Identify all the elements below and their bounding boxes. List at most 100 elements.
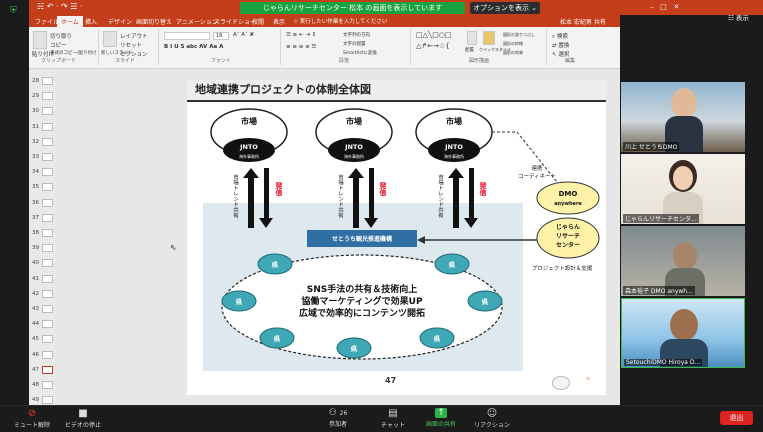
slide-thumbnail[interactable]: 34 [32,168,54,178]
slide-thumbnail[interactable]: 32 [32,137,54,148]
slide-thumbnail-number: 28 [32,78,39,84]
editing-group: ⌕ 検索 ⇄ 置換 ↖ 選択 編集 [549,29,601,65]
cut-button[interactable]: 切り取り [50,32,72,40]
slide-thumbnail[interactable]: 33 [32,153,54,163]
video-tile-2[interactable]: じゃらんリサーチセンタ... [621,154,745,224]
quick-access-toolbar[interactable]: ☵ ↶ · ↷ ☰ · [37,2,83,11]
tab-home[interactable]: ホーム [57,16,83,27]
slide-thumbnail[interactable]: 42 [32,289,54,300]
reactions-button[interactable]: ☺ リアクション [470,405,514,429]
slide-thumbnail[interactable]: 38 [32,229,54,239]
shapes-gallery-row2[interactable]: △↱←→☆{ [416,42,450,50]
shape-outline-button[interactable]: 図形の枠線 [503,41,523,47]
dmo-anywhere-node: DMO anywhere [536,181,600,215]
align-text-button[interactable]: 文字の配置 [343,41,366,47]
tell-me-search[interactable]: ☆ 実行したい作業を入力してください [293,17,413,26]
layout-button[interactable]: レイアウト [120,32,148,40]
slide-thumbnail[interactable]: 44 [32,320,54,330]
text-direction-button[interactable]: 文字列の方向 [343,32,370,38]
slide-thumbnail[interactable]: 47 [32,365,54,376]
shapes-gallery[interactable]: □△╲□○□ [416,31,452,39]
leave-meeting-button[interactable]: 退出 [720,411,753,425]
reset-button[interactable]: リセット [120,41,142,49]
slide-thumbnail-panel[interactable]: 28 29 30 31 32 33 34 35 36 37 38 39 40 41 42 43 44 45 46 47… [29,69,55,405]
font-group-label: フォント [211,58,232,64]
slide-thumbnail[interactable]: 31 [32,122,54,133]
participant-face [671,88,697,118]
jalan-research-node: じゃらん リサーチ センター [536,217,600,259]
window-controls[interactable]: – □ ✕ [650,3,679,11]
stop-video-button[interactable]: ■ ビデオの停止 [62,405,104,429]
slide-thumbnail[interactable]: 46 [32,350,54,361]
chat-button[interactable]: ▤ チャット [377,405,409,429]
reactions-label: リアクション [474,422,510,429]
video-tile-4-active-speaker[interactable]: SetouchiDMO Hiroya D... [621,298,745,368]
slide-thumbnail[interactable]: 29 [32,92,54,102]
find-button[interactable]: ⌕ 検索 [552,32,568,41]
view-menu[interactable]: ☷ 表示 [728,12,749,22]
slide-thumbnail[interactable]: 43 [32,305,54,315]
share-options-button[interactable]: オプションを表示 ⌄ [470,2,540,14]
participants-count: 26 [339,410,348,417]
format-painter-button[interactable]: 書式のコピー/貼り付け [50,50,97,56]
slide-thumbnail-number: 38 [32,230,39,236]
font-name-field[interactable] [164,32,210,40]
tab-slideshow[interactable]: スライドショー [214,17,256,26]
list-buttons[interactable]: ☰ ≡ ⇤ ⇥ ↕ [286,32,316,38]
slide-thumbnail-preview [42,244,53,253]
new-slide-button[interactable] [103,31,117,47]
slide-thumbnail-number: 48 [32,382,39,388]
editing-group-label: 編集 [565,58,576,64]
slide-thumbnail[interactable]: 36 [32,198,54,209]
quick-styles-button[interactable] [483,31,495,45]
align-buttons[interactable]: ≡ ≡ ≡ ≡ ☰ [286,44,316,50]
participants-label: 参加者 [328,421,347,428]
slide-thumbnail[interactable]: 30 [32,107,54,117]
user-share[interactable]: 松本 宏紀男 共有 [560,17,606,26]
coord-label-2: コーディネート [518,172,556,180]
slide-thumbnail-preview [42,396,53,405]
slide-thumbnail-preview [42,320,53,329]
magnifier-icon: ⌕ [552,34,556,40]
font-style-buttons[interactable]: B I U S abc AV Aa A [164,44,223,50]
jalan-label: じゃらん [556,224,580,231]
screen-share-banner: じゃらんリサーチセンター 松本 の画面を表示しています [240,2,465,14]
shape-fill-button[interactable]: 図形の塗りつぶし [503,32,535,38]
grow-shrink-buttons[interactable]: A˄ A˅ ✘ [233,32,254,38]
video-tile-3[interactable]: 森本裕子 DMO anywh... [621,226,745,296]
slide-thumbnail[interactable]: 48 [32,381,54,391]
tab-review[interactable]: 校閲 [252,17,264,26]
tab-file[interactable]: ファイル [35,17,59,26]
font-size-field[interactable]: 18 [213,32,229,40]
unmute-button[interactable]: ⊘ ミュート解除 [12,405,52,429]
tab-transitions[interactable]: 画面切り替え [136,17,172,26]
smartart-button[interactable]: SmartArtに変換 [343,50,377,56]
paste-button[interactable] [33,31,47,49]
arrange-button[interactable] [467,31,477,45]
slide-thumbnail-number: 36 [32,199,39,206]
slide-thumbnail-preview [42,350,53,359]
trend-share-3: 市場トレンド共有 [437,173,444,220]
tab-design[interactable]: デザイン [108,17,132,26]
mic-muted-icon: ⊘ [27,408,37,419]
slide-thumbnail[interactable]: 41 [32,274,54,285]
tab-animations[interactable]: アニメーション [176,17,218,26]
pref-label-5: 県 [274,334,281,343]
slide-thumbnail[interactable]: 40 [32,259,54,269]
shape-effects-button[interactable]: 図形の効果 [503,50,523,56]
slide-thumbnail[interactable]: 45 [32,335,54,345]
participants-button[interactable]: ⚇ 26 参加者 [318,405,358,428]
share-screen-button[interactable]: ↑ 画面の共有 [418,405,464,428]
security-shield-icon[interactable]: ⛨ [10,6,17,16]
slide-thumbnail[interactable]: 39 [32,244,54,254]
replace-button[interactable]: ⇄ 置換 [552,41,569,49]
video-tile-1[interactable]: 川上 せとうちDMO [621,82,745,152]
slide-thumbnail[interactable]: 28 [32,77,54,87]
replace-label: 置換 [558,43,570,49]
copy-button[interactable]: コピー [50,41,67,49]
tab-insert[interactable]: 挿入 [85,17,97,26]
overseas-label-3: 海外事務所 [444,153,464,159]
slide-thumbnail[interactable]: 37 [32,213,54,224]
tab-view[interactable]: 表示 [273,17,285,26]
slide-thumbnail[interactable]: 35 [32,183,54,193]
